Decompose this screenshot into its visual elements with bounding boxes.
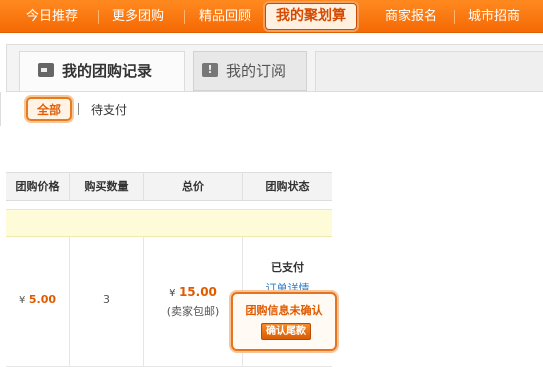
filter-separator — [78, 103, 79, 115]
confirm-balance-button[interactable]: 确认尾款 — [261, 323, 311, 340]
nav-separator — [184, 10, 185, 24]
header-price: 团购价格 — [6, 173, 70, 201]
tab-my-groupbuy-records[interactable]: 我的团购记录 — [19, 51, 185, 91]
status-highlight-box: 团购信息未确认 确认尾款 — [231, 292, 337, 351]
tab-label: 我的团购记录 — [62, 62, 153, 80]
shipping-note: (卖家包邮) — [166, 305, 220, 318]
top-navigation: 今日推荐 更多团购 精品回顾 我的聚划算 商家报名 城市招商 — [0, 0, 543, 33]
nav-separator — [454, 10, 455, 24]
total-price: ¥ 15.00 — [169, 285, 217, 299]
nav-featured-review[interactable]: 精品回顾 — [199, 0, 251, 33]
tab-label: 我的订阅 — [226, 62, 287, 80]
unit-price: ¥ 5.00 — [18, 293, 56, 306]
exclamation-icon: ! — [202, 63, 218, 77]
nav-today-recommend[interactable]: 今日推荐 — [26, 0, 78, 33]
tabs-panel: 我的团购记录 ! 我的订阅 — [6, 44, 543, 92]
tab-my-subscriptions[interactable]: ! 我的订阅 — [193, 51, 307, 91]
nav-separator — [98, 10, 99, 24]
card-icon — [38, 63, 54, 77]
total-cell: ¥ 15.00 (卖家包邮) — [144, 237, 243, 367]
filter-pending-payment[interactable]: 待支付 — [91, 101, 127, 118]
nav-my-juhuasuan[interactable]: 我的聚划算 — [265, 3, 357, 30]
nav-merchant-signup[interactable]: 商家报名 — [385, 0, 437, 33]
header-quantity: 购买数量 — [70, 173, 144, 201]
filter-bar — [0, 92, 160, 126]
nav-more-groupbuy[interactable]: 更多团购 — [112, 0, 164, 33]
filter-all-button[interactable]: 全部 — [26, 97, 72, 121]
status-paid-label: 已支付 — [271, 261, 304, 274]
header-total: 总价 — [144, 173, 243, 201]
nav-city-recruit[interactable]: 城市招商 — [468, 0, 520, 33]
header-status: 团购状态 — [265, 180, 310, 193]
table-header: 团购价格 购买数量 总价 团购状态 — [6, 172, 332, 201]
quantity-value: 3 — [103, 293, 110, 306]
status-unconfirmed-label: 团购信息未确认 — [245, 304, 323, 317]
quantity-cell: 3 — [70, 237, 144, 367]
order-group-bar — [6, 209, 332, 237]
tabs-background — [315, 51, 543, 91]
price-cell: ¥ 5.00 — [6, 237, 70, 367]
